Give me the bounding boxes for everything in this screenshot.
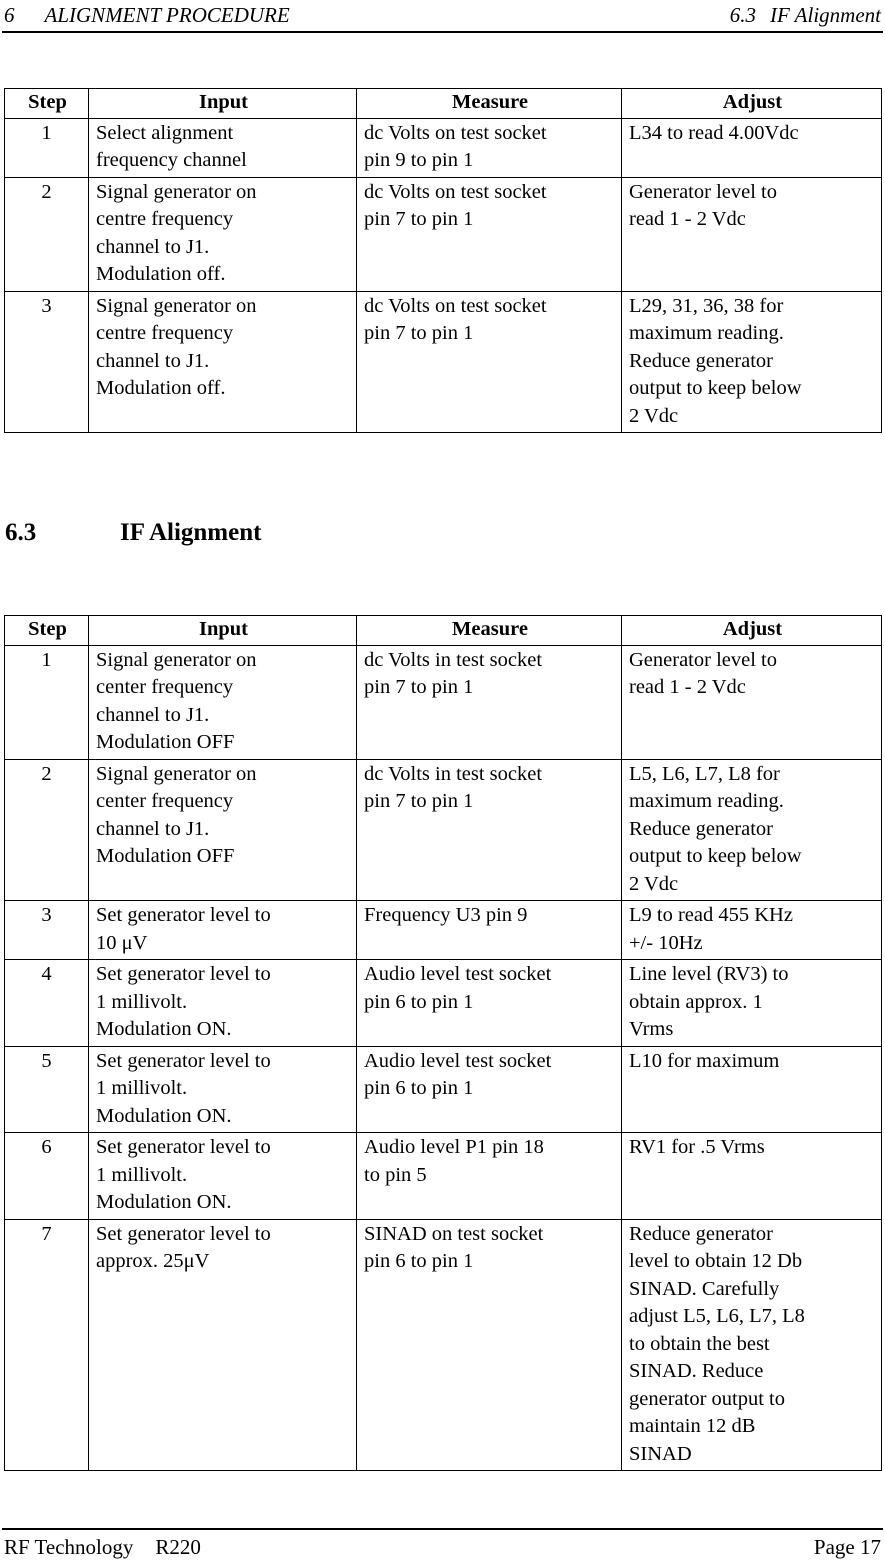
- cell-adjust: Generator level to read 1 - 2 Vdc: [621, 644, 882, 760]
- cell-input: Set generator level to 1 millivolt. Modu…: [88, 1132, 357, 1220]
- cell-adjust: Reduce generator level to obtain 12 Db S…: [621, 1218, 882, 1471]
- column-header-measure: Measure: [356, 615, 622, 646]
- cell-step: 7: [4, 1218, 89, 1471]
- column-header-adjust: Adjust: [621, 88, 882, 119]
- table-row: 1 Signal generator on center frequency c…: [4, 644, 882, 760]
- table-row: 2 Signal generator on centre frequency c…: [4, 176, 882, 292]
- cell-adjust: L5, L6, L7, L8 for maximum reading. Redu…: [621, 758, 882, 901]
- cell-step: 3: [4, 900, 89, 960]
- cell-input: Signal generator on centre frequency cha…: [88, 176, 357, 292]
- cell-step: 5: [4, 1045, 89, 1133]
- cell-step: 6: [4, 1132, 89, 1220]
- footer-left: RF Technology R220: [4, 1534, 201, 1561]
- cell-measure: SINAD on test socket pin 6 to pin 1: [356, 1218, 622, 1471]
- table-row: 2 Signal generator on center frequency c…: [4, 758, 882, 901]
- table-row: 3 Signal generator on centre frequency c…: [4, 290, 882, 433]
- cell-input: Select alignment frequency channel: [88, 117, 357, 178]
- cell-step: 1: [4, 117, 89, 178]
- cell-measure: Audio level P1 pin 18 to pin 5: [356, 1132, 622, 1220]
- footer-company: RF Technology: [4, 1535, 134, 1559]
- cell-input: Set generator level to 10 μV: [88, 900, 357, 960]
- if-alignment-table-body: 1 Signal generator on center frequency c…: [4, 644, 882, 1471]
- running-head-section-title: IF Alignment: [769, 3, 881, 27]
- cell-measure: dc Volts in test socket pin 7 to pin 1: [356, 644, 622, 760]
- cell-adjust: L34 to read 4.00Vdc: [621, 117, 882, 178]
- header-divider-rule: [2, 31, 883, 33]
- cell-step: 2: [4, 758, 89, 901]
- alignment-table-body: 1 Select alignment frequency channel dc …: [4, 117, 882, 433]
- cell-adjust: RV1 for .5 Vrms: [621, 1132, 882, 1220]
- running-head-chapter-title: ALIGNMENT PROCEDURE: [44, 3, 290, 27]
- cell-input: Signal generator on centre frequency cha…: [88, 290, 357, 433]
- column-header-input: Input: [88, 615, 357, 646]
- cell-adjust: Generator level to read 1 - 2 Vdc: [621, 176, 882, 292]
- if-alignment-table: Step Input Measure Adjust 1 Signal gener…: [4, 615, 882, 1471]
- cell-step: 2: [4, 176, 89, 292]
- section-heading: 6.3 IF Alignment: [5, 518, 261, 548]
- column-header-step: Step: [4, 615, 89, 646]
- table-row: 7 Set generator level to approx. 25μV SI…: [4, 1218, 882, 1471]
- cell-adjust: L10 for maximum: [621, 1045, 882, 1133]
- cell-input: Signal generator on center frequency cha…: [88, 644, 357, 760]
- cell-input: Set generator level to approx. 25μV: [88, 1218, 357, 1471]
- section-heading-title: IF Alignment: [120, 519, 262, 546]
- running-head-chapter-number: 6: [4, 3, 15, 27]
- column-header-measure: Measure: [356, 88, 622, 119]
- column-header-adjust: Adjust: [621, 615, 882, 646]
- table-row: 4 Set generator level to 1 millivolt. Mo…: [4, 959, 882, 1047]
- cell-measure: dc Volts on test socket pin 7 to pin 1: [356, 290, 622, 433]
- cell-measure: dc Volts in test socket pin 7 to pin 1: [356, 758, 622, 901]
- footer-page-number: Page 17: [813, 1535, 881, 1559]
- table-row: 5 Set generator level to 1 millivolt. Mo…: [4, 1045, 882, 1133]
- cell-step: 3: [4, 290, 89, 433]
- column-header-input: Input: [88, 88, 357, 119]
- running-head-left: 6 ALIGNMENT PROCEDURE: [4, 2, 290, 28]
- cell-adjust: Line level (RV3) to obtain approx. 1 Vrm…: [621, 959, 882, 1047]
- footer-divider-rule: [2, 1528, 883, 1530]
- page-footer: RF Technology R220 Page 17: [4, 1534, 881, 1561]
- table-row: 1 Select alignment frequency channel dc …: [4, 117, 882, 178]
- cell-input: Set generator level to 1 millivolt. Modu…: [88, 959, 357, 1047]
- page-running-head: 6 ALIGNMENT PROCEDURE 6.3 IF Alignment: [4, 2, 881, 32]
- cell-adjust: L9 to read 455 KHz +/- 10Hz: [621, 900, 882, 960]
- cell-measure: Frequency U3 pin 9: [356, 900, 622, 960]
- footer-product-model: R220: [155, 1535, 201, 1559]
- cell-input: Set generator level to 1 millivolt. Modu…: [88, 1045, 357, 1133]
- running-head-section-number: 6.3: [729, 3, 756, 27]
- cell-measure: dc Volts on test socket pin 7 to pin 1: [356, 176, 622, 292]
- cell-measure: dc Volts on test socket pin 9 to pin 1: [356, 117, 622, 178]
- cell-step: 1: [4, 644, 89, 760]
- column-header-step: Step: [4, 88, 89, 119]
- table-row: 6 Set generator level to 1 millivolt. Mo…: [4, 1132, 882, 1220]
- section-heading-number: 6.3: [5, 519, 37, 546]
- table-header-row: Step Input Measure Adjust: [4, 615, 882, 646]
- running-head-right: 6.3 IF Alignment: [730, 2, 881, 28]
- cell-measure: Audio level test socket pin 6 to pin 1: [356, 1045, 622, 1133]
- cell-input: Signal generator on center frequency cha…: [88, 758, 357, 901]
- cell-measure: Audio level test socket pin 6 to pin 1: [356, 959, 622, 1047]
- cell-adjust: L29, 31, 36, 38 for maximum reading. Red…: [621, 290, 882, 433]
- table-header-row: Step Input Measure Adjust: [4, 88, 882, 119]
- alignment-procedure-table: Step Input Measure Adjust 1 Select align…: [4, 88, 882, 433]
- table-row: 3 Set generator level to 10 μV Frequency…: [4, 900, 882, 960]
- cell-step: 4: [4, 959, 89, 1047]
